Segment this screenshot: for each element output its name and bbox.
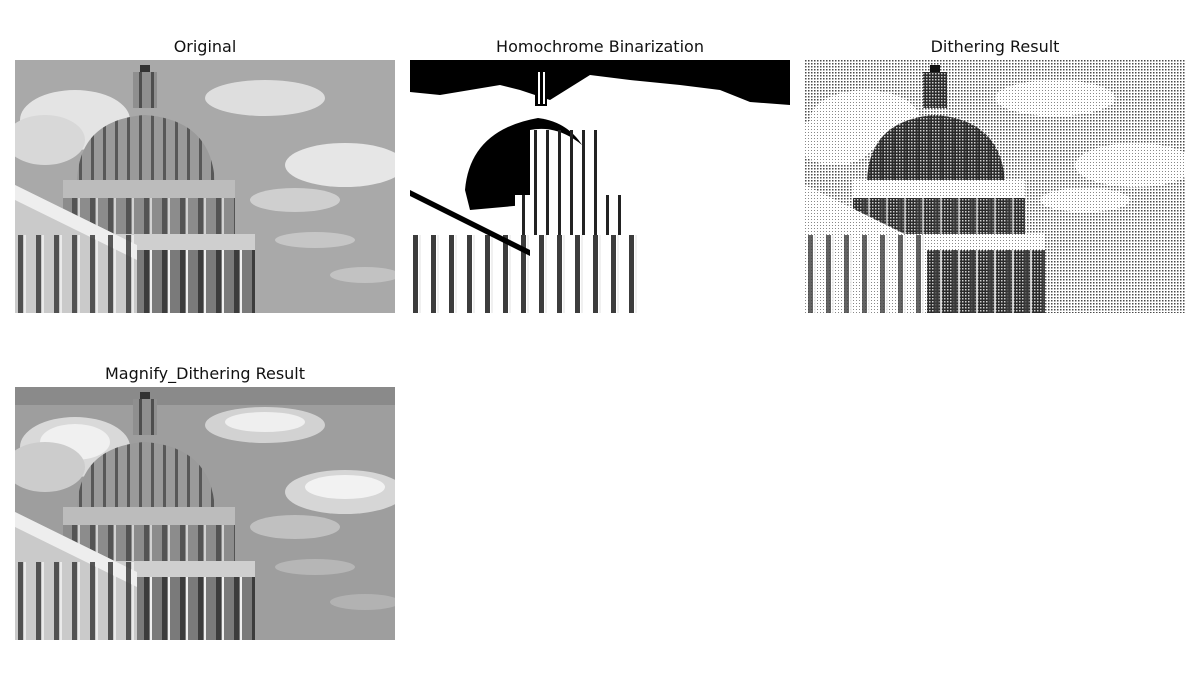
- panel-title: Original: [173, 37, 237, 56]
- capitol-image-dithered: [805, 60, 1185, 313]
- panel-title: Magnify_Dithering Result: [104, 364, 306, 383]
- panel-title: Homochrome Binarization: [496, 37, 704, 56]
- capitol-image-original: [15, 60, 395, 313]
- panel-title: Dithering Result: [930, 37, 1060, 56]
- capitol-image-magnified-dithering: [15, 387, 395, 640]
- capitol-image-binarized: [410, 60, 790, 313]
